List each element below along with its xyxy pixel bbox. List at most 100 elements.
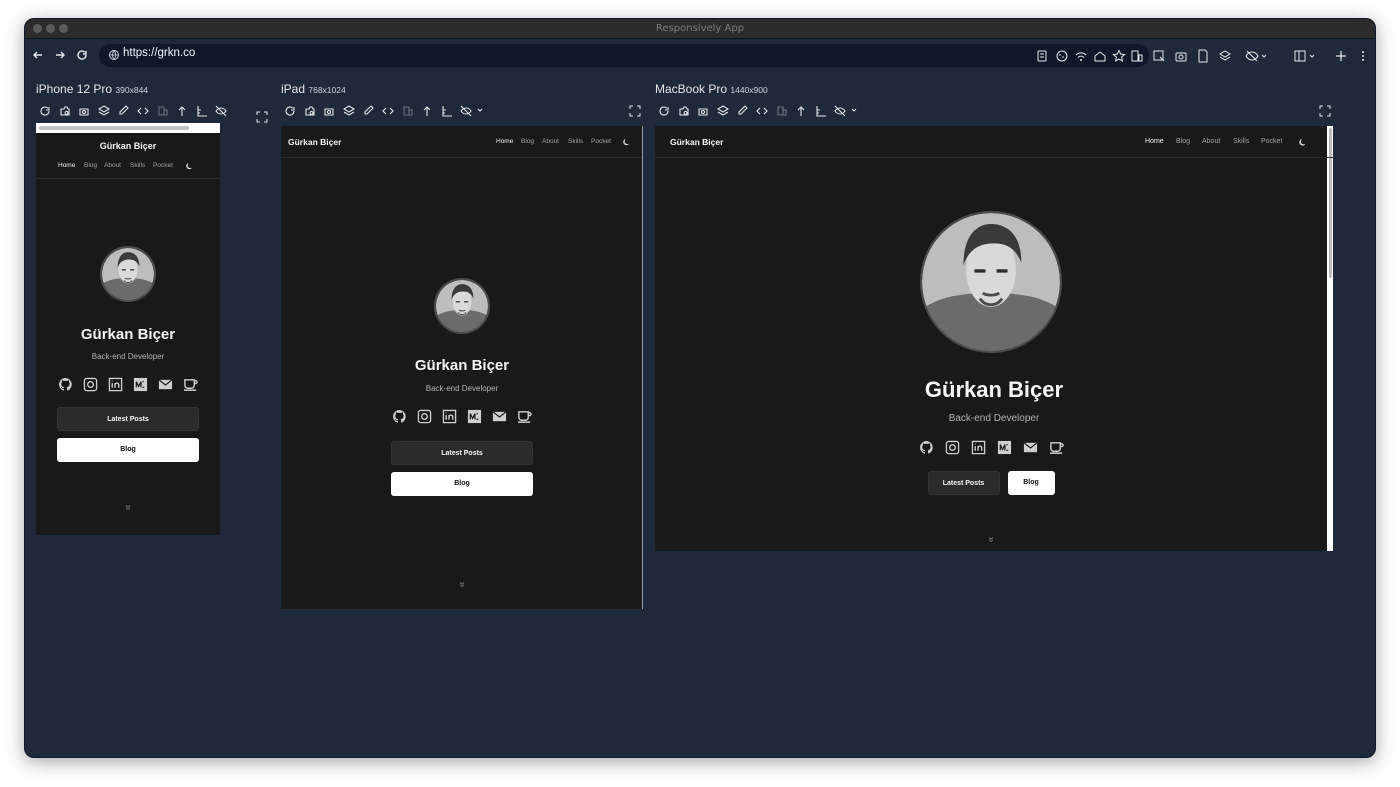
address-bar[interactable] <box>99 44 1149 67</box>
cookie-icon[interactable] <box>1055 49 1069 63</box>
code-icon[interactable] <box>137 105 149 117</box>
layout-icon[interactable] <box>1130 49 1144 63</box>
eyedropper-icon[interactable] <box>362 105 375 117</box>
layers-icon[interactable] <box>342 105 355 117</box>
url-input[interactable] <box>123 47 523 59</box>
camera-icon[interactable] <box>1174 49 1188 63</box>
nav-link-home[interactable]: Home <box>1145 138 1164 145</box>
scroll-up-icon[interactable] <box>795 105 807 117</box>
rotate-icon[interactable] <box>776 105 788 117</box>
layers-icon[interactable] <box>97 105 110 117</box>
nav-link-blog[interactable]: Blog <box>84 162 97 169</box>
linkedin-icon[interactable] <box>442 409 457 424</box>
nav-link-about[interactable]: About <box>542 138 559 145</box>
eye-off-icon[interactable] <box>215 105 228 117</box>
ruler-icon[interactable] <box>196 105 208 117</box>
nav-link-skills[interactable]: Skills <box>568 138 583 145</box>
eyedropper-icon[interactable] <box>117 105 130 117</box>
ruler-icon[interactable] <box>441 105 453 117</box>
github-icon[interactable] <box>919 440 934 455</box>
eye-off-icon[interactable] <box>460 105 473 117</box>
blog-button[interactable]: Blog <box>1007 471 1055 495</box>
nav-link-pocket[interactable]: Pocket <box>1261 138 1282 145</box>
layers-icon[interactable] <box>716 105 729 117</box>
mail-icon[interactable] <box>1023 440 1038 455</box>
chevron-down-icon[interactable] <box>1308 49 1316 63</box>
scroll-down-icon[interactable]: » <box>457 575 468 595</box>
eye-off-icon[interactable] <box>834 105 847 117</box>
nav-link-home[interactable]: Home <box>58 162 75 169</box>
mail-icon[interactable] <box>158 377 173 392</box>
scroll-down-icon[interactable]: » <box>123 498 134 518</box>
site-brand[interactable]: Gürkan Biçer <box>288 137 341 147</box>
more-vertical-icon[interactable] <box>1356 49 1370 63</box>
chevron-down-icon[interactable] <box>848 105 860 117</box>
github-icon[interactable] <box>58 377 73 392</box>
rotate-icon[interactable] <box>157 105 169 117</box>
medium-icon[interactable] <box>467 409 482 424</box>
reload-icon[interactable] <box>284 105 296 117</box>
moon-icon[interactable] <box>622 138 631 147</box>
site-brand[interactable]: Gürkan Biçer <box>36 141 220 151</box>
plus-icon[interactable] <box>1334 49 1348 63</box>
expand-icon[interactable] <box>256 111 268 123</box>
scroll-up-icon[interactable] <box>176 105 188 117</box>
github-icon[interactable] <box>392 409 407 424</box>
home-icon[interactable] <box>1093 49 1107 63</box>
latest-posts-button[interactable]: Latest Posts <box>57 407 199 431</box>
instagram-icon[interactable] <box>945 440 960 455</box>
forward-icon[interactable] <box>52 47 68 63</box>
latest-posts-button[interactable]: Latest Posts <box>927 471 1000 495</box>
blog-button[interactable]: Blog <box>57 438 199 462</box>
coffee-icon[interactable] <box>183 377 198 392</box>
code-icon[interactable] <box>382 105 394 117</box>
expand-icon[interactable] <box>629 105 641 117</box>
nav-link-blog[interactable]: Blog <box>521 138 534 145</box>
screenshot-area-icon[interactable] <box>59 105 71 117</box>
reload-icon[interactable] <box>74 47 90 63</box>
document-icon[interactable] <box>1196 49 1210 63</box>
site-brand[interactable]: Gürkan Biçer <box>670 137 723 147</box>
scroll-down-icon[interactable]: » <box>986 530 997 550</box>
medium-icon[interactable] <box>133 377 148 392</box>
network-icon[interactable] <box>1074 49 1088 63</box>
moon-icon[interactable] <box>185 162 194 171</box>
nav-link-pocket[interactable]: Pocket <box>153 162 173 169</box>
rotate-icon[interactable] <box>402 105 414 117</box>
iphone-viewport[interactable]: Gürkan Biçer Home Blog About Skills Pocket Gür… <box>36 123 220 535</box>
instagram-icon[interactable] <box>83 377 98 392</box>
eye-off-icon[interactable] <box>1245 49 1259 63</box>
chevron-down-icon[interactable] <box>474 105 486 117</box>
nav-link-skills[interactable]: Skills <box>130 162 145 169</box>
linkedin-icon[interactable] <box>971 440 986 455</box>
inspect-icon[interactable] <box>1152 49 1166 63</box>
clear-storage-icon[interactable] <box>1035 49 1049 63</box>
nav-link-about[interactable]: About <box>1202 138 1220 145</box>
linkedin-icon[interactable] <box>108 377 123 392</box>
nav-link-pocket[interactable]: Pocket <box>591 138 611 145</box>
screenshot-area-icon[interactable] <box>678 105 690 117</box>
camera-icon[interactable] <box>697 105 709 117</box>
camera-icon[interactable] <box>323 105 335 117</box>
medium-icon[interactable] <box>997 440 1012 455</box>
instagram-icon[interactable] <box>417 409 432 424</box>
chevron-down-icon[interactable] <box>1260 49 1268 63</box>
preview-layout-icon[interactable] <box>1293 49 1307 63</box>
ipad-viewport[interactable]: Gürkan Biçer Home Blog About Skills Pocket Gür… <box>281 126 643 609</box>
nav-link-skills[interactable]: Skills <box>1233 138 1249 145</box>
coffee-icon[interactable] <box>1049 440 1064 455</box>
layers-icon[interactable] <box>1218 49 1232 63</box>
nav-link-about[interactable]: About <box>104 162 121 169</box>
coffee-icon[interactable] <box>517 409 532 424</box>
screenshot-area-icon[interactable] <box>304 105 316 117</box>
ruler-icon[interactable] <box>815 105 827 117</box>
code-icon[interactable] <box>756 105 768 117</box>
scroll-up-icon[interactable] <box>421 105 433 117</box>
star-icon[interactable] <box>1112 49 1126 63</box>
nav-link-blog[interactable]: Blog <box>1176 138 1190 145</box>
macbook-viewport[interactable]: Gürkan Biçer Home Blog About Skills Pocket Gür… <box>655 126 1333 551</box>
eyedropper-icon[interactable] <box>736 105 749 117</box>
expand-icon[interactable] <box>1319 105 1331 117</box>
mail-icon[interactable] <box>492 409 507 424</box>
camera-icon[interactable] <box>78 105 90 117</box>
